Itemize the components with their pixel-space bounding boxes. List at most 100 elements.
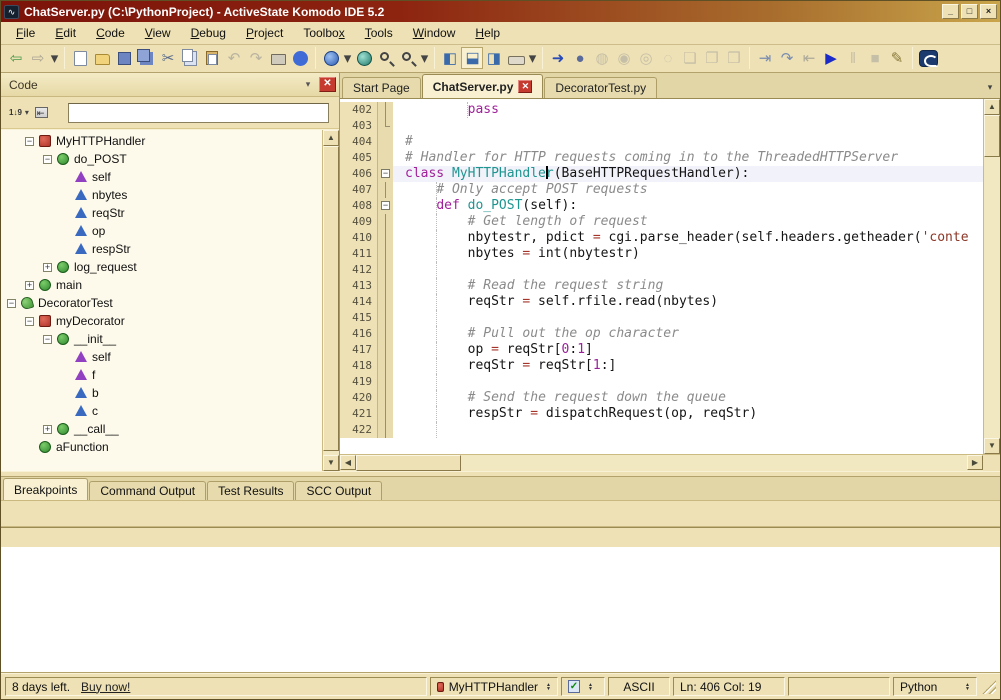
scroll-right-button[interactable]: ▶ <box>967 455 983 470</box>
debug-detach-button[interactable]: ◎ <box>635 47 657 69</box>
menu-edit[interactable]: Edit <box>46 23 85 43</box>
editor-vertical-scrollbar[interactable]: ▲ ▼ <box>983 99 1000 454</box>
tree-item-b[interactable]: b <box>1 384 322 402</box>
tree-item-main[interactable]: +main <box>1 276 322 294</box>
menu-code[interactable]: Code <box>87 23 134 43</box>
fold-margin[interactable] <box>378 294 393 310</box>
scroll-left-button[interactable]: ◀ <box>340 455 356 470</box>
minimize-button[interactable]: _ <box>942 4 959 19</box>
fold-margin[interactable] <box>378 118 393 134</box>
toggle-bottom-pane-button[interactable]: ◧ <box>461 47 483 69</box>
syntax-check-indicator[interactable]: ✓ ▲▼ <box>561 677 605 696</box>
menu-view[interactable]: View <box>136 23 180 43</box>
menu-toolbox[interactable]: Toolbox <box>294 23 353 43</box>
scroll-up-button[interactable]: ▲ <box>984 99 1000 115</box>
fold-margin[interactable] <box>378 422 393 438</box>
fold-margin[interactable] <box>378 262 393 278</box>
tree-item-nbytes[interactable]: nbytes <box>1 186 322 204</box>
expand-button[interactable]: + <box>25 281 34 290</box>
expand-button[interactable]: + <box>43 263 52 272</box>
find-in-files-button[interactable] <box>397 47 419 69</box>
code-filter-input[interactable] <box>68 103 329 123</box>
fold-margin[interactable] <box>378 310 393 326</box>
tree-item-respstr[interactable]: respStr <box>1 240 322 258</box>
fold-margin[interactable] <box>378 214 393 230</box>
stop-button[interactable]: ■ <box>864 47 886 69</box>
menu-tools[interactable]: Tools <box>356 23 402 43</box>
new-file-button[interactable] <box>69 47 91 69</box>
fold-margin[interactable]: − <box>378 166 393 182</box>
collapse-button[interactable]: − <box>43 335 52 344</box>
scroll-up-button[interactable]: ▲ <box>323 130 339 146</box>
fold-margin[interactable] <box>378 326 393 342</box>
menu-window[interactable]: Window <box>404 23 465 43</box>
print-button[interactable] <box>267 47 289 69</box>
fold-collapse-button[interactable]: − <box>381 201 390 210</box>
tree-item-__call__[interactable]: +__call__ <box>1 420 322 438</box>
fold-margin[interactable] <box>378 182 393 198</box>
fold-margin[interactable] <box>378 374 393 390</box>
forward-dropdown[interactable]: ▾ <box>49 47 60 69</box>
pause-button[interactable]: ‖ <box>842 47 864 69</box>
editor-horizontal-scrollbar[interactable]: ◀ ▶ <box>340 454 1000 471</box>
fold-margin[interactable] <box>378 358 393 374</box>
menu-debug[interactable]: Debug <box>182 23 235 43</box>
step-over-button[interactable]: ↷ <box>776 47 798 69</box>
toggle-right-pane-button[interactable]: ◨ <box>483 47 505 69</box>
fold-margin[interactable] <box>378 150 393 166</box>
tab-command-output[interactable]: Command Output <box>89 481 206 500</box>
back-button[interactable]: ⇦ <box>5 47 27 69</box>
fold-margin[interactable] <box>378 102 393 118</box>
debug-inspect-button[interactable]: ❒ <box>723 47 745 69</box>
menu-file[interactable]: File <box>7 23 44 43</box>
menu-project[interactable]: Project <box>237 23 292 43</box>
tree-scrollbar[interactable]: ▲ ▼ <box>322 130 339 471</box>
stepper-icon[interactable]: ▲▼ <box>588 683 593 691</box>
toggle-left-pane-button[interactable]: ◧ <box>439 47 461 69</box>
fold-margin[interactable] <box>378 406 393 422</box>
scroll-down-button[interactable]: ▼ <box>323 455 339 471</box>
macro-record-button[interactable]: ✎ <box>886 47 908 69</box>
help-button[interactable] <box>289 47 311 69</box>
keybinding-dropdown[interactable]: ▾ <box>527 47 538 69</box>
language-selector[interactable]: Python ▲▼ <box>893 677 977 696</box>
fold-margin[interactable] <box>378 134 393 150</box>
tree-item-mydecorator[interactable]: −myDecorator <box>1 312 322 330</box>
forward-button[interactable]: ⇨ <box>27 47 49 69</box>
menu-help[interactable]: Help <box>466 23 509 43</box>
tab-chatserver-py[interactable]: ChatServer.py✕ <box>422 74 544 98</box>
show-current-statement-button[interactable]: ❏ <box>679 47 701 69</box>
step-into-button[interactable]: ⇥ <box>754 47 776 69</box>
paste-button[interactable] <box>201 47 223 69</box>
sort-dropdown[interactable]: ▾ <box>25 108 29 117</box>
scrollbar-thumb[interactable] <box>356 455 461 471</box>
find-dropdown[interactable]: ▾ <box>419 47 430 69</box>
open-file-button[interactable] <box>91 47 113 69</box>
browser-preview-dropdown[interactable]: ▾ <box>342 47 353 69</box>
code-panel-close-button[interactable]: ✕ <box>319 77 336 92</box>
tree-item-myhttphandler[interactable]: −MyHTTPHandler <box>1 132 322 150</box>
tree-item-__init__[interactable]: −__init__ <box>1 330 322 348</box>
fold-margin[interactable] <box>378 230 393 246</box>
tree-item-log_request[interactable]: +log_request <box>1 258 322 276</box>
preview-button[interactable] <box>353 47 375 69</box>
tree-item-decoratortest[interactable]: −DecoratorTest <box>1 294 322 312</box>
close-button[interactable]: × <box>980 4 997 19</box>
scrollbar-thumb[interactable] <box>323 146 339 451</box>
view-call-stack-button[interactable]: ❐ <box>701 47 723 69</box>
tree-item-do_post[interactable]: −do_POST <box>1 150 322 168</box>
tab-breakpoints[interactable]: Breakpoints <box>3 478 88 500</box>
debug-stop-session-button[interactable]: ◉ <box>613 47 635 69</box>
copy-button[interactable] <box>179 47 201 69</box>
tree-item-self[interactable]: self <box>1 168 322 186</box>
tab-test-results[interactable]: Test Results <box>207 481 294 500</box>
tree-item-afunction[interactable]: aFunction <box>1 438 322 456</box>
fold-margin[interactable] <box>378 390 393 406</box>
expand-button[interactable]: + <box>43 425 52 434</box>
undo-button[interactable]: ↶ <box>223 47 245 69</box>
encoding-indicator[interactable]: ASCII <box>608 677 670 696</box>
fold-collapse-button[interactable]: − <box>381 169 390 178</box>
tree-item-c[interactable]: c <box>1 402 322 420</box>
tab-start-page[interactable]: Start Page <box>342 77 421 98</box>
komodo-button[interactable] <box>917 47 939 69</box>
